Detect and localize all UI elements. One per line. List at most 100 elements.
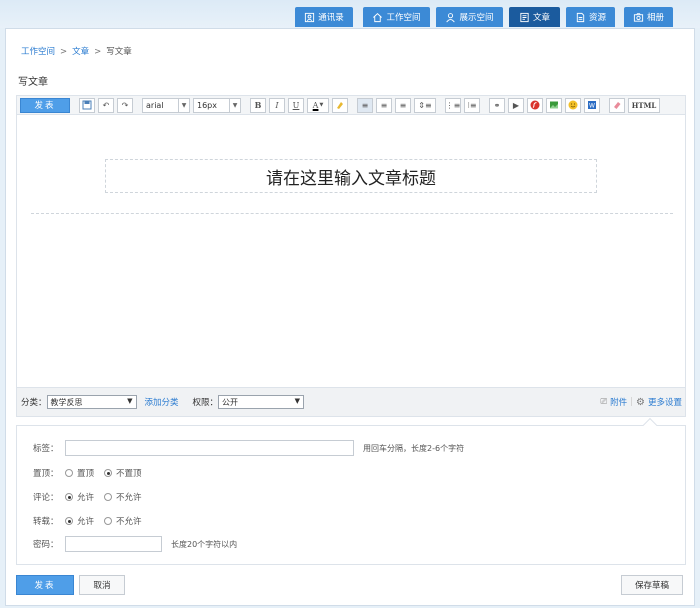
radio-icon (65, 469, 73, 477)
camera-icon (633, 12, 644, 22)
align-left-icon[interactable]: ≡ (357, 97, 373, 113)
home-icon (373, 12, 383, 22)
option-label: 不允许 (116, 517, 142, 527)
comment-label: 评论： (33, 493, 59, 503)
underline-button[interactable]: U (288, 97, 304, 113)
page-title: 写文章 (18, 77, 48, 88)
tags-hint: 用回车分隔，长度2-6个字符 (363, 443, 465, 453)
option-label: 允许 (77, 493, 95, 503)
font-family-value: arial (146, 100, 164, 110)
link-icon[interactable]: ⚭ (489, 97, 505, 113)
top-row: 置顶： 置顶 不置顶 (33, 467, 150, 479)
more-settings-link[interactable]: 更多设置 (648, 396, 682, 408)
category-value: 教学反思 (50, 397, 83, 407)
breadcrumb-workspace[interactable]: 工作空间 (21, 47, 55, 57)
unordered-list-icon[interactable]: ⁝≡ (464, 97, 480, 113)
repost-row: 转载： 允许 不允许 (33, 515, 150, 527)
chevron-down-icon: ▼ (229, 98, 240, 112)
repost-option-allow[interactable]: 允许 (63, 515, 94, 527)
article-icon (520, 12, 529, 22)
publish-button[interactable]: 发表 (16, 575, 74, 595)
align-center-icon[interactable]: ≡ (376, 97, 392, 113)
option-label: 置顶 (77, 469, 95, 479)
align-right-icon[interactable]: ≡ (395, 97, 411, 113)
font-size-select[interactable]: 16px ▼ (193, 97, 241, 113)
document-icon (576, 12, 585, 22)
line-height-icon[interactable]: ⇕≡ (414, 97, 436, 113)
video-icon[interactable]: ▶ (508, 97, 524, 113)
save-draft-button[interactable]: 保存草稿 (621, 575, 683, 595)
attachment-link[interactable]: 附件 (610, 396, 627, 408)
radio-icon (104, 469, 113, 477)
font-color-button[interactable]: A ▼ (307, 97, 329, 113)
option-label: 不允许 (116, 493, 142, 503)
editor-toolbar: 发表 ↶ ↷ arial ▼ 16px ▼ B I U A ▼ ≡ ≡ ≡ ⇕≡ ⋮≡… (16, 95, 686, 115)
tab-resources[interactable]: 资源 (566, 7, 615, 27)
radio-icon (65, 517, 73, 525)
radio-icon (65, 493, 73, 501)
breadcrumb-separator: > (94, 47, 102, 57)
tab-articles[interactable]: 文章 (509, 7, 560, 27)
gear-icon: ⚙ (636, 396, 645, 408)
main-panel: 工作空间 > 文章 > 写文章 写文章 发表 ↶ ↷ arial ▼ 16px ▼ B I … (5, 28, 695, 606)
top-option-no[interactable]: 不置顶 (102, 467, 142, 479)
breadcrumb-current: 写文章 (106, 47, 132, 57)
settings-panel: 标签： 用回车分隔，长度2-6个字符 置顶： 置顶 不置顶 评论： 允许 不允许… (16, 417, 686, 565)
radio-icon (104, 493, 113, 501)
article-title-input[interactable]: 请在这里输入文章标题 (105, 159, 597, 193)
svg-text:W: W (589, 103, 595, 110)
tags-label: 标签： (33, 444, 59, 454)
font-color-icon: A (312, 100, 319, 110)
tab-albums[interactable]: 相册 (624, 7, 673, 27)
bold-button[interactable]: B (250, 97, 266, 113)
comment-option-allow[interactable]: 允许 (63, 491, 94, 503)
cancel-button[interactable]: 取消 (79, 575, 125, 595)
toolbar-publish-button[interactable]: 发表 (20, 97, 70, 113)
save-icon[interactable] (79, 97, 95, 113)
undo-icon[interactable]: ↶ (98, 97, 114, 113)
breadcrumb: 工作空间 > 文章 > 写文章 (21, 45, 132, 57)
chevron-down-icon: ▼ (178, 98, 189, 112)
flash-icon[interactable] (527, 97, 543, 113)
settings-notch (642, 417, 658, 433)
repost-option-deny[interactable]: 不允许 (102, 515, 142, 527)
breadcrumb-separator: > (60, 47, 68, 57)
comment-option-deny[interactable]: 不允许 (102, 491, 142, 503)
word-import-icon[interactable]: W (584, 97, 600, 113)
tab-label: 展示空间 (459, 13, 494, 23)
category-bar: 分类： 教学反思 ▼ 添加分类 权限： 公开 ▼ ⎚ 附件 | ⚙ 更多设置 (16, 387, 686, 417)
password-input[interactable] (65, 536, 162, 552)
divider: | (630, 397, 634, 407)
option-label: 不置顶 (116, 469, 142, 479)
contacts-icon (305, 12, 315, 22)
image-icon[interactable] (546, 97, 562, 113)
eraser-icon[interactable] (609, 97, 625, 113)
category-select[interactable]: 教学反思 ▼ (46, 395, 137, 409)
category-label: 分类： (21, 398, 47, 408)
breadcrumb-articles[interactable]: 文章 (72, 47, 89, 57)
repost-label: 转载： (33, 517, 59, 527)
tags-input[interactable] (65, 440, 354, 456)
add-category-link[interactable]: 添加分类 (145, 396, 179, 408)
redo-icon[interactable]: ↷ (117, 97, 133, 113)
top-option-yes[interactable]: 置顶 (63, 467, 94, 479)
ordered-list-icon[interactable]: ⋮≡ (445, 97, 461, 113)
font-family-select[interactable]: arial ▼ (142, 97, 190, 113)
highlight-icon[interactable] (332, 97, 348, 113)
tab-workspace[interactable]: 工作空间 (363, 7, 430, 27)
permission-select[interactable]: 公开 ▼ (218, 395, 305, 409)
top-nav-bar: 通讯录 工作空间 展示空间 文章 资源 相册 (0, 0, 700, 28)
italic-button[interactable]: I (269, 97, 285, 113)
tab-label: 资源 (588, 13, 606, 23)
editor-area[interactable]: 请在这里输入文章标题 (16, 115, 686, 387)
permission-value: 公开 (222, 397, 239, 407)
html-source-button[interactable]: HTML (628, 97, 660, 113)
tab-contacts[interactable]: 通讯录 (295, 7, 353, 27)
password-label: 密码： (33, 540, 59, 550)
tab-showcase[interactable]: 展示空间 (436, 7, 503, 27)
option-label: 允许 (77, 517, 95, 527)
tab-label: 通讯录 (318, 13, 344, 23)
emoji-icon[interactable] (565, 97, 581, 113)
chevron-down-icon: ▼ (127, 397, 133, 405)
tab-label: 工作空间 (386, 13, 421, 23)
